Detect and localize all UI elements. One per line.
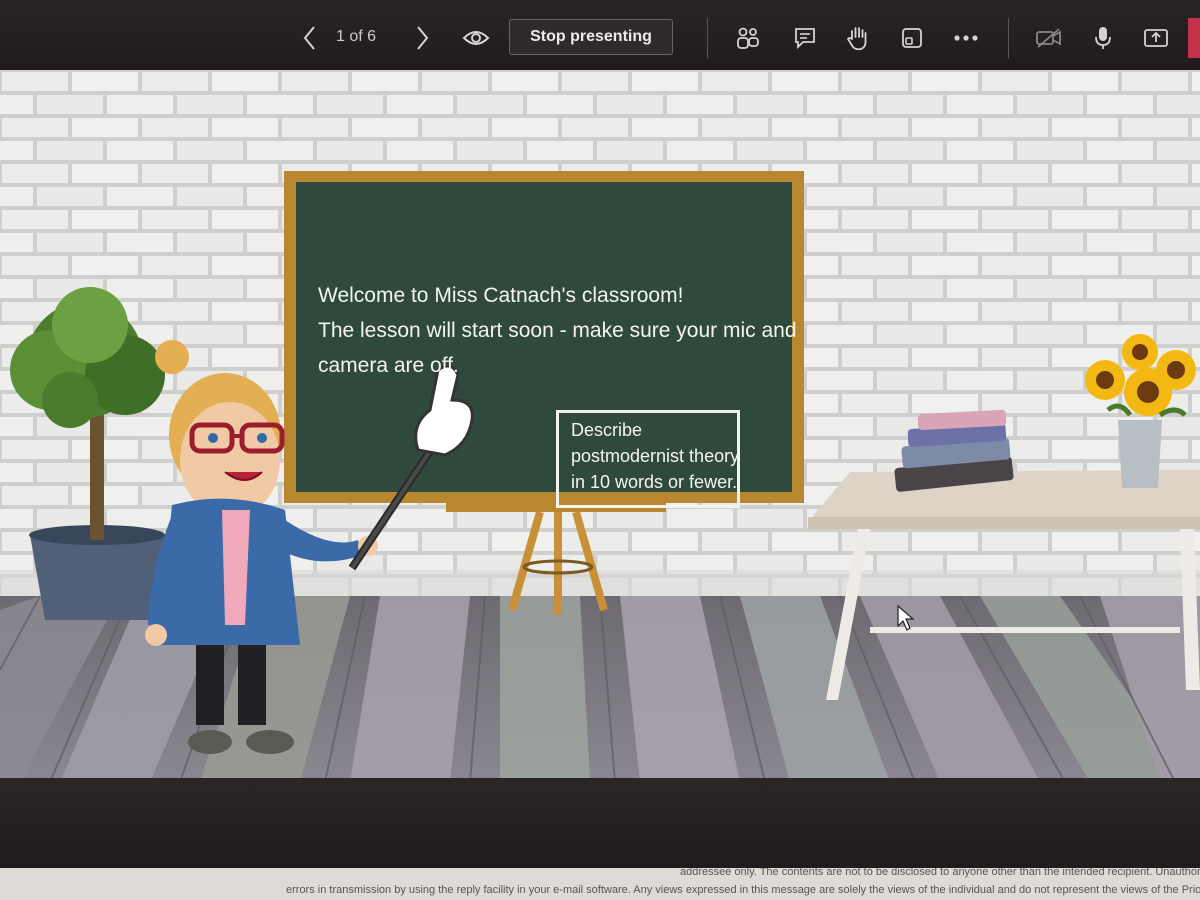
share-screen-button[interactable] xyxy=(1141,18,1171,58)
people-icon xyxy=(737,27,759,49)
chat-button[interactable] xyxy=(790,18,820,58)
welcome-message: Welcome to Miss Catnach's classroom! The… xyxy=(318,278,797,383)
welcome-line: Welcome to Miss Catnach's classroom! xyxy=(318,284,684,307)
chat-icon xyxy=(795,28,815,50)
shared-slide: Welcome to Miss Catnach's classroom! The… xyxy=(0,70,1200,782)
camera-toggle-button[interactable] xyxy=(1034,18,1064,58)
more-actions-button[interactable] xyxy=(951,18,981,58)
question-box: Describe postmodernist theory in 10 word… xyxy=(556,410,740,508)
welcome-line: camera are off. xyxy=(318,354,459,377)
welcome-line: The lesson will start soon - make sure y… xyxy=(318,319,797,342)
preview-slides-button[interactable] xyxy=(460,18,492,58)
toolbar-divider xyxy=(707,18,708,58)
next-slide-button[interactable] xyxy=(408,18,436,58)
reactions-icon xyxy=(902,28,922,48)
raise-hand-icon xyxy=(846,27,867,51)
eye-icon xyxy=(462,31,490,45)
mic-icon xyxy=(1095,27,1111,49)
reactions-button[interactable] xyxy=(897,18,927,58)
question-line: postmodernist theory xyxy=(571,446,740,466)
meeting-stage-bottom xyxy=(0,778,1200,873)
chevron-left-icon xyxy=(303,26,315,50)
chevron-right-icon xyxy=(417,26,429,50)
raise-hand-button[interactable] xyxy=(843,18,873,58)
previous-slide-button[interactable] xyxy=(296,18,324,58)
email-disclaimer-line: addressee only. The contents are not to … xyxy=(680,868,1200,878)
email-disclaimer-line: errors in transmission by using the repl… xyxy=(286,884,1200,896)
presenter-toolbar: 1 of 6 Stop presenting xyxy=(0,0,1200,78)
toolbar-divider xyxy=(1008,18,1009,58)
leave-button[interactable] xyxy=(1188,18,1200,58)
camera-off-icon xyxy=(1036,28,1061,48)
slide-counter: 1 of 6 xyxy=(336,28,377,45)
more-icon xyxy=(954,35,978,41)
stop-presenting-button[interactable]: Stop presenting xyxy=(509,19,673,55)
background-email-window: addressee only. The contents are not to … xyxy=(0,868,1200,900)
question-line: in 10 words or fewer. xyxy=(571,472,738,492)
participants-button[interactable] xyxy=(733,18,763,58)
share-icon xyxy=(1144,29,1168,47)
mic-toggle-button[interactable] xyxy=(1089,18,1117,58)
question-line: Describe xyxy=(571,420,643,440)
